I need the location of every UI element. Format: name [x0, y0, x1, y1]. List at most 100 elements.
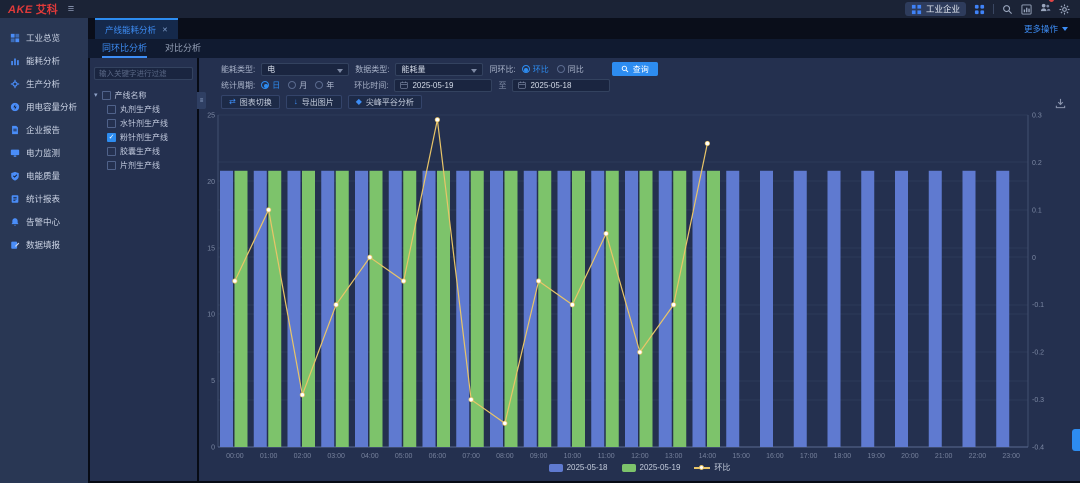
tree-filter-input[interactable]: [94, 67, 193, 80]
bar-2025-05-19-10:00[interactable]: [572, 171, 585, 447]
tree-item-checkbox[interactable]: [107, 119, 116, 128]
sidebar-item-1[interactable]: 能耗分析: [0, 49, 88, 72]
tree-item-0[interactable]: 丸剂生产线: [94, 102, 193, 116]
ratio-point-00:00[interactable]: [233, 279, 237, 283]
bar-2025-05-18-21:00[interactable]: [929, 171, 942, 447]
query-button[interactable]: 查询: [612, 62, 658, 76]
ratio-point-05:00[interactable]: [401, 279, 405, 283]
bar-2025-05-19-00:00[interactable]: [235, 171, 248, 447]
bar-2025-05-19-08:00[interactable]: [505, 171, 518, 447]
period-option-1[interactable]: 月: [288, 80, 307, 91]
bar-2025-05-19-01:00[interactable]: [268, 171, 281, 447]
tree-item-3[interactable]: 胶囊生产线: [94, 144, 193, 158]
bar-2025-05-19-11:00[interactable]: [606, 171, 619, 447]
bar-2025-05-19-09:00[interactable]: [538, 171, 551, 447]
subtab-1[interactable]: 对比分析: [165, 39, 201, 58]
sidebar-item-3[interactable]: 用电容量分析: [0, 95, 88, 118]
period-option-0[interactable]: 日: [261, 80, 280, 91]
bar-2025-05-18-01:00[interactable]: [254, 171, 267, 447]
tree-root-checkbox[interactable]: [102, 91, 111, 100]
legend-item-0[interactable]: 2025-05-18: [549, 463, 608, 472]
bar-2025-05-19-02:00[interactable]: [302, 171, 315, 447]
search-icon[interactable]: [1002, 4, 1013, 15]
users-menu[interactable]: [1040, 0, 1051, 18]
bar-2025-05-19-07:00[interactable]: [471, 171, 484, 447]
tree-item-2[interactable]: ✓粉针剂生产线: [94, 130, 193, 144]
ratio-point-03:00[interactable]: [334, 303, 338, 307]
more-actions-button[interactable]: 更多操作: [1024, 18, 1080, 39]
bar-2025-05-18-07:00[interactable]: [456, 171, 469, 447]
sidebar-item-8[interactable]: 告警中心: [0, 210, 88, 233]
bar-2025-05-19-05:00[interactable]: [403, 171, 416, 447]
bar-2025-05-19-13:00[interactable]: [673, 171, 686, 447]
sidebar-item-5[interactable]: 电力监测: [0, 141, 88, 164]
ratio-point-04:00[interactable]: [368, 255, 372, 259]
sidebar-item-6[interactable]: 电能质量: [0, 164, 88, 187]
legend-item-1[interactable]: 2025-05-19: [622, 463, 681, 472]
bar-2025-05-18-03:00[interactable]: [321, 171, 334, 447]
bar-2025-05-18-10:00[interactable]: [558, 171, 571, 447]
bar-2025-05-18-00:00[interactable]: [220, 171, 233, 447]
bar-2025-05-18-05:00[interactable]: [389, 171, 402, 447]
sidebar-item-9[interactable]: 数据填报: [0, 233, 88, 256]
sidebar-item-7[interactable]: 统计报表: [0, 187, 88, 210]
tab-close-icon[interactable]: ✕: [162, 26, 168, 34]
ratio-point-10:00[interactable]: [570, 303, 574, 307]
start-date-picker[interactable]: 2025-05-19: [394, 79, 492, 92]
tree-item-1[interactable]: 水针剂生产线: [94, 116, 193, 130]
sidebar-item-2[interactable]: 生产分析: [0, 72, 88, 95]
subtab-0[interactable]: 同环比分析: [102, 39, 147, 58]
bar-2025-05-18-17:00[interactable]: [794, 171, 807, 447]
bar-2025-05-18-14:00[interactable]: [693, 171, 706, 447]
bar-2025-05-19-12:00[interactable]: [640, 171, 653, 447]
ratio-point-06:00[interactable]: [435, 118, 439, 122]
bar-2025-05-19-03:00[interactable]: [336, 171, 349, 447]
bar-2025-05-18-20:00[interactable]: [895, 171, 908, 447]
ratio-point-12:00[interactable]: [638, 350, 642, 354]
bar-2025-05-18-23:00[interactable]: [996, 171, 1009, 447]
end-date-picker[interactable]: 2025-05-18: [512, 79, 610, 92]
tree-collapse-handle[interactable]: ≡: [197, 92, 206, 109]
bar-2025-05-19-04:00[interactable]: [370, 171, 383, 447]
tree-item-checkbox[interactable]: ✓: [107, 133, 116, 142]
ratio-point-02:00[interactable]: [300, 393, 304, 397]
chart-stats-icon[interactable]: [1021, 4, 1032, 15]
period-option-2[interactable]: 年: [315, 80, 334, 91]
ratio-point-13:00[interactable]: [671, 303, 675, 307]
apps-grid-icon[interactable]: [974, 4, 985, 15]
tab-production-line-energy[interactable]: 产线能耗分析 ✕: [95, 18, 178, 39]
bar-2025-05-18-09:00[interactable]: [524, 171, 537, 447]
hamburger-menu-icon[interactable]: ≡: [68, 3, 74, 15]
bar-2025-05-18-18:00[interactable]: [828, 171, 841, 447]
data-type-select[interactable]: 能耗量: [395, 63, 483, 76]
gear-icon[interactable]: [1059, 4, 1070, 15]
bar-2025-05-18-11:00[interactable]: [591, 171, 604, 447]
ratio-point-01:00[interactable]: [266, 208, 270, 212]
scrollbar-handle[interactable]: [1072, 429, 1080, 451]
tree-item-4[interactable]: 片剂生产线: [94, 158, 193, 172]
legend-item-2[interactable]: 环比: [694, 462, 730, 473]
tree-expand-icon[interactable]: ▾: [94, 91, 98, 99]
bar-line-chart[interactable]: 05101520250.30.20.10-0.1-0.2-0.3-0.400:0…: [199, 104, 1080, 462]
bar-2025-05-18-06:00[interactable]: [423, 171, 436, 447]
bar-2025-05-18-22:00[interactable]: [963, 171, 976, 447]
bar-2025-05-18-19:00[interactable]: [861, 171, 874, 447]
ratio-point-14:00[interactable]: [705, 141, 709, 145]
bar-2025-05-18-16:00[interactable]: [760, 171, 773, 447]
ratio-option-0[interactable]: 环比: [522, 64, 549, 75]
ratio-point-11:00[interactable]: [604, 231, 608, 235]
sidebar-item-0[interactable]: 工业总览: [0, 26, 88, 49]
tree-root-row[interactable]: ▾产线名称: [94, 88, 193, 102]
ratio-point-09:00[interactable]: [536, 279, 540, 283]
energy-type-select[interactable]: 电: [261, 63, 349, 76]
bar-2025-05-18-15:00[interactable]: [726, 171, 739, 447]
ratio-point-08:00[interactable]: [503, 421, 507, 425]
ratio-point-07:00[interactable]: [469, 397, 473, 401]
bar-2025-05-18-13:00[interactable]: [659, 171, 672, 447]
sidebar-item-4[interactable]: 企业报告: [0, 118, 88, 141]
bar-2025-05-18-02:00[interactable]: [288, 171, 301, 447]
org-selector-button[interactable]: 工业企业: [905, 2, 966, 16]
tree-item-checkbox[interactable]: [107, 105, 116, 114]
tree-item-checkbox[interactable]: [107, 147, 116, 156]
tree-item-checkbox[interactable]: [107, 161, 116, 170]
